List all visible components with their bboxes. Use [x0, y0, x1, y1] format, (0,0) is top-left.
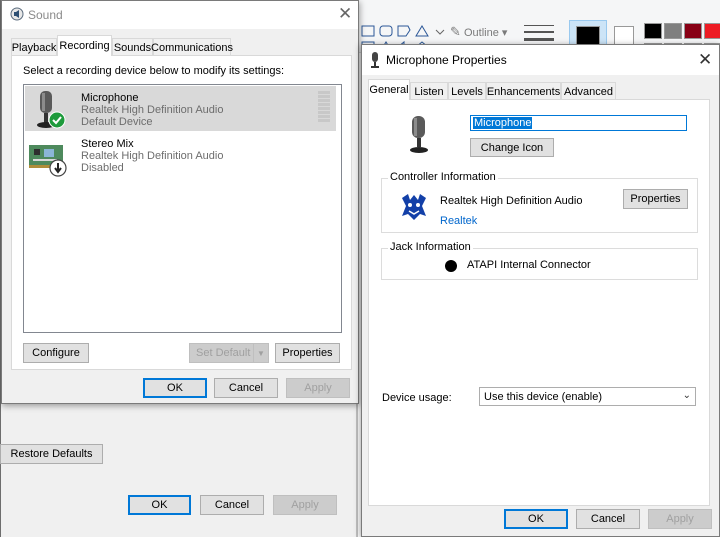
outline-dropdown[interactable]: Outline ▾	[464, 26, 507, 39]
tab-sounds[interactable]: Sounds	[112, 38, 153, 56]
palette-swatch-red[interactable]	[704, 23, 720, 39]
sound-dialog: Sound ✕ Playback Recording Sounds Commun…	[1, 0, 359, 404]
tab-recording[interactable]: Recording	[57, 35, 112, 56]
microphone-small-icon	[371, 52, 379, 68]
jack-information-group: Jack Information ATAPI Internal Connecto…	[381, 241, 698, 280]
change-icon-button[interactable]: Change Icon	[470, 138, 554, 157]
set-default-button[interactable]: Set Default ▼	[189, 343, 269, 363]
list-item-stereo-mix[interactable]: Stereo Mix Realtek High Definition Audio…	[25, 133, 336, 178]
properties-ok-button[interactable]: OK	[504, 509, 568, 529]
microphone-properties-dialog: Microphone Properties ✕ General Listen L…	[361, 44, 720, 537]
properties-apply-button[interactable]: Apply	[648, 509, 712, 529]
device-name-value: Microphone	[473, 117, 533, 129]
properties-cancel-button[interactable]: Cancel	[576, 509, 640, 529]
disabled-device-icon	[49, 159, 67, 177]
palette-swatch-black[interactable]	[644, 23, 662, 39]
configure-button[interactable]: Configure	[23, 343, 89, 363]
sound-apply-button[interactable]: Apply	[286, 378, 350, 398]
device-name-input[interactable]: Microphone	[470, 115, 687, 131]
general-tab-panel: Microphone Change Icon Controller Inform…	[368, 99, 710, 506]
controller-name: Realtek High Definition Audio	[440, 195, 583, 207]
palette-swatch-gray[interactable]	[664, 23, 682, 39]
tab-levels[interactable]: Levels	[448, 82, 486, 100]
close-icon[interactable]: ✕	[698, 50, 712, 70]
controller-information-group: Controller Information Realtek High Defi…	[381, 171, 698, 233]
background-ok-button[interactable]: OK	[128, 495, 191, 515]
microphone-large-icon	[410, 116, 428, 153]
jack-group-title: Jack Information	[388, 241, 473, 253]
chevron-down-icon: ⌄	[682, 390, 691, 401]
tab-advanced[interactable]: Advanced	[561, 82, 616, 100]
device-name: Microphone	[81, 92, 139, 104]
tab-communications[interactable]: Communications	[151, 38, 233, 56]
tab-listen[interactable]: Listen	[410, 82, 448, 100]
device-usage-value: Use this device (enable)	[484, 391, 603, 403]
recording-instruction: Select a recording device below to modif…	[23, 65, 285, 77]
tab-enhancements[interactable]: Enhancements	[486, 82, 561, 100]
outline-pencil-icon: ✎	[450, 24, 461, 39]
realtek-logo-icon	[402, 194, 426, 220]
list-item-microphone[interactable]: Microphone Realtek High Definition Audio…	[25, 86, 336, 131]
background-apply-button[interactable]: Apply	[273, 495, 337, 515]
controller-vendor-link[interactable]: Realtek	[440, 215, 477, 227]
device-driver: Realtek High Definition Audio	[81, 150, 224, 162]
set-default-dropdown-icon[interactable]: ▼	[253, 344, 268, 362]
properties-button[interactable]: Properties	[275, 343, 340, 363]
device-usage-label: Device usage:	[382, 392, 452, 404]
tab-playback[interactable]: Playback	[11, 38, 57, 56]
close-icon[interactable]: ✕	[338, 4, 352, 24]
background-cancel-button[interactable]: Cancel	[200, 495, 264, 515]
palette-swatch-darkred[interactable]	[684, 23, 702, 39]
sound-cancel-button[interactable]: Cancel	[214, 378, 278, 398]
properties-tab-strip: General Listen Levels Enhancements Advan…	[368, 79, 708, 100]
outline-label: Outline	[464, 27, 499, 39]
device-list[interactable]: Microphone Realtek High Definition Audio…	[23, 84, 342, 333]
device-name: Stereo Mix	[81, 138, 134, 150]
sound-tab-strip: Playback Recording Sounds Communications	[11, 35, 341, 56]
default-device-check-icon	[48, 111, 66, 129]
sound-tab-panel: Select a recording device below to modif…	[11, 55, 352, 370]
tab-general[interactable]: General	[368, 79, 410, 100]
controller-group-title: Controller Information	[388, 171, 498, 183]
sound-title-bar: Sound ✕	[2, 1, 358, 29]
sound-title: Sound	[28, 8, 63, 22]
jack-color-indicator	[445, 260, 457, 272]
device-driver: Realtek High Definition Audio	[81, 104, 224, 116]
properties-title: Microphone Properties	[386, 53, 507, 67]
jack-connector-label: ATAPI Internal Connector	[467, 259, 591, 271]
line-size-icon[interactable]	[524, 22, 554, 44]
sound-ok-button[interactable]: OK	[143, 378, 207, 398]
device-status: Default Device	[81, 116, 153, 128]
level-meter	[318, 91, 330, 127]
device-status: Disabled	[81, 162, 124, 174]
device-usage-select[interactable]: Use this device (enable) ⌄	[479, 387, 696, 406]
restore-defaults-button[interactable]: Restore Defaults	[0, 444, 103, 464]
controller-properties-button[interactable]: Properties	[623, 189, 688, 209]
set-default-label: Set Default	[196, 347, 251, 359]
sound-app-icon	[10, 7, 24, 21]
properties-title-bar: Microphone Properties ✕	[362, 45, 719, 75]
